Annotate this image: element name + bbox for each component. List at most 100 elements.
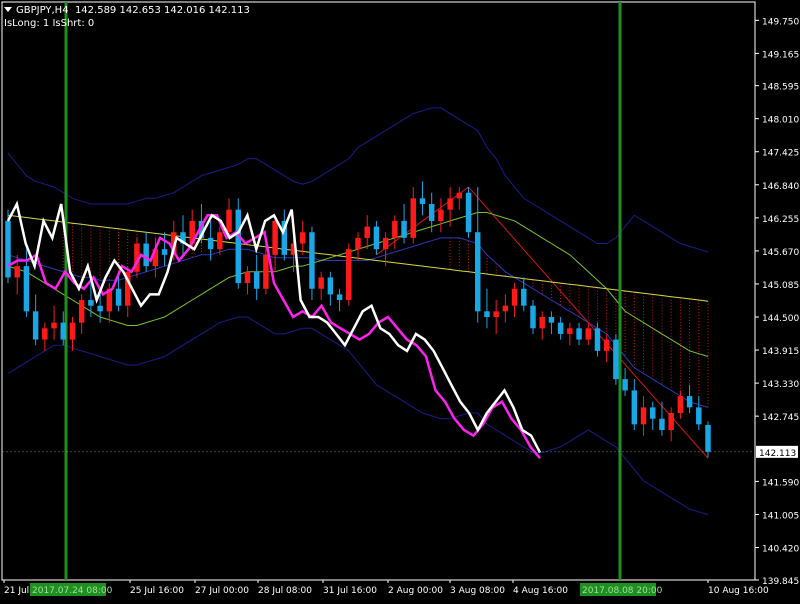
candle-body <box>78 300 85 323</box>
candle-body <box>659 418 665 430</box>
candle-body <box>696 407 702 425</box>
candle-body <box>32 311 39 340</box>
candle-body <box>511 288 518 306</box>
candle-body <box>456 192 463 199</box>
x-tick-label: 10 Aug 16:00 <box>708 586 769 596</box>
candle-body <box>484 311 490 317</box>
candle-body <box>217 232 223 250</box>
candle-body <box>355 237 361 250</box>
x-tick-label: 31 Jul 16:00 <box>323 586 377 596</box>
candle-body <box>364 226 370 238</box>
y-tick-label: 147.425 <box>762 149 799 159</box>
y-tick-label: 146.255 <box>762 215 799 225</box>
candle-body <box>318 277 324 289</box>
candle-body <box>548 316 555 323</box>
y-tick-label: 148.595 <box>762 83 799 93</box>
chart-canvas[interactable]: 149.750 149.165 148.595 148.010 147.425 146.8… <box>0 0 800 600</box>
y-tick-label: 143.330 <box>762 380 799 390</box>
candle-body <box>235 209 241 284</box>
marker-date-label: 2017.08.08 20:00 <box>582 586 663 596</box>
candle-body <box>705 424 711 452</box>
candle-body <box>97 305 103 312</box>
candle-body <box>226 209 232 233</box>
price-chart[interactable]: 149.750 149.165 148.595 148.010 147.425 146.8… <box>0 0 800 600</box>
x-tick-label: 25 Jul 16:00 <box>130 586 184 596</box>
candle-body <box>585 328 591 340</box>
candle-body <box>447 198 453 210</box>
candle-body <box>42 328 48 340</box>
candle-body <box>502 305 509 312</box>
candle-body <box>465 192 472 233</box>
marker-date-label: 2017.07.24 08:00 <box>32 586 113 596</box>
candle-body <box>336 294 343 301</box>
candle-body <box>622 379 628 391</box>
candle-body <box>327 277 334 295</box>
candle-body <box>613 339 619 380</box>
candle-body <box>493 311 499 317</box>
candle-body <box>69 322 76 340</box>
candle-body <box>60 322 66 340</box>
y-tick-label: 141.590 <box>762 478 799 488</box>
y-tick-label: 144.500 <box>762 314 799 324</box>
candle-body <box>594 328 601 351</box>
y-tick-label: 146.840 <box>762 182 799 192</box>
candle-body <box>23 266 30 312</box>
y-tick-label: 142.745 <box>762 413 799 423</box>
bollinger-lower <box>7 316 709 516</box>
candle-body <box>475 232 481 312</box>
plot-frame <box>1 1 756 581</box>
candle-body <box>640 407 647 425</box>
candle-body <box>309 232 315 289</box>
candle-body <box>373 226 380 250</box>
candle-body <box>51 322 57 329</box>
candle-body <box>161 249 168 255</box>
candle-body <box>530 305 536 329</box>
y-tick-label: 149.165 <box>762 50 799 60</box>
x-tick-label: 27 Jul 00:00 <box>195 586 249 596</box>
symbol-label: GBPJPY,H4 <box>16 5 69 16</box>
candle-body <box>392 220 398 238</box>
x-tick-label: 3 Aug 08:00 <box>450 586 505 596</box>
y-tick-label: 143.915 <box>762 347 799 357</box>
candle-body <box>5 220 11 278</box>
candle-body <box>401 220 407 238</box>
candle-body <box>576 328 582 340</box>
y-tick-label: 140.420 <box>762 545 799 555</box>
candle-body <box>115 288 122 306</box>
candle-body <box>686 396 693 408</box>
candle-body <box>539 316 545 329</box>
candle-body <box>557 322 564 334</box>
menu-triangle-icon[interactable] <box>4 7 12 12</box>
candle-body <box>650 407 656 419</box>
candle-body <box>438 209 444 221</box>
y-tick-label: 141.005 <box>762 511 799 521</box>
position-status: IsLong: 1 IsShrt: 0 <box>4 18 95 29</box>
candle-body <box>668 413 674 430</box>
candle-body <box>419 198 426 204</box>
candle-body <box>346 249 352 301</box>
candle-body <box>88 300 94 306</box>
y-tick-label: 148.010 <box>762 116 799 126</box>
candle-body <box>143 243 149 267</box>
x-tick-label: 28 Jul 08:00 <box>258 586 312 596</box>
y-tick-label: 145.085 <box>762 281 799 291</box>
candle-body <box>567 328 573 334</box>
chart-header: GBPJPY,H4 142.589 142.653 142.016 142.11… <box>4 4 250 30</box>
candle-body <box>207 237 214 250</box>
y-tick-label: 145.670 <box>762 248 799 258</box>
candle-body <box>14 266 20 278</box>
candle-body <box>253 271 260 289</box>
candle-body <box>272 220 278 255</box>
candle-body <box>300 232 306 244</box>
candle-body <box>603 339 610 351</box>
candle-body <box>677 396 684 414</box>
bollinger-upper <box>7 107 709 253</box>
candle-body <box>631 390 638 425</box>
x-tick-label: 4 Aug 16:00 <box>513 586 568 596</box>
candle-body <box>382 237 389 250</box>
candle-body <box>521 288 527 306</box>
current-price-label: 142.113 <box>759 449 796 459</box>
candle-body <box>263 254 269 289</box>
x-tick-label: 2 Aug 00:00 <box>388 586 443 596</box>
ohlc-readout: 142.589 142.653 142.016 142.113 <box>74 5 250 16</box>
